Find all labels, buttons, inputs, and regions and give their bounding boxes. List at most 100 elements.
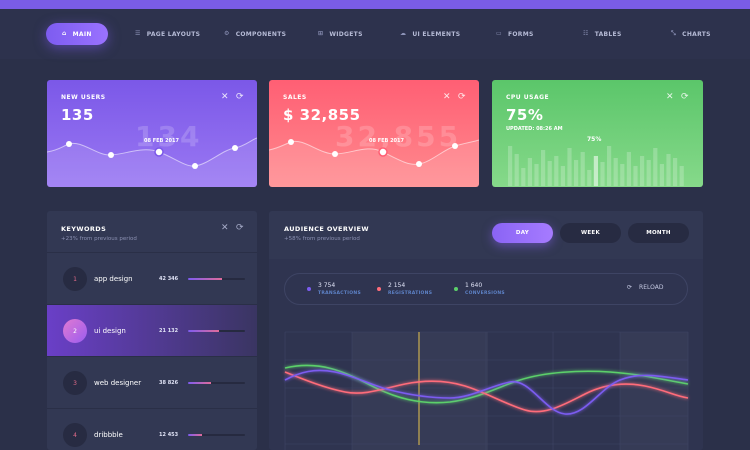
keyword-label: ui design: [94, 327, 126, 335]
main-navigation: ⌂ MAIN ☰ PAGE LAYOUTS ⚙ COMPONENTS ⊞ WID…: [0, 9, 750, 59]
nav-item-label: UI ELEMENTS: [412, 30, 461, 38]
forms-icon: ▭: [496, 30, 502, 37]
nav-item-label: WIDGETS: [329, 30, 363, 38]
nav-item-forms[interactable]: ▭ FORMS: [496, 23, 534, 45]
tab-week[interactable]: WEEK: [560, 223, 621, 243]
keyword-row[interactable]: 1 app design 42 346: [47, 252, 257, 304]
cpu-bar: [607, 146, 612, 186]
cpu-bar: [646, 160, 651, 186]
keyword-progress-bar: [188, 278, 245, 280]
cpu-bar: [679, 166, 684, 186]
layout-icon: ☰: [135, 30, 141, 37]
nav-item-label: MAIN: [72, 30, 92, 38]
cpu-bar: [593, 156, 598, 186]
cpu-bar: [554, 156, 559, 186]
cpu-bar: [521, 168, 526, 186]
nav-item-components[interactable]: ⚙ COMPONENTS: [224, 23, 286, 45]
nav-item-label: FORMS: [507, 30, 534, 38]
keyword-count: 38 826: [159, 380, 179, 386]
cpu-usage-card: CPU USAGE 75% UPDATED: 08:26 AM ✕ ⟳ 75%: [492, 80, 703, 187]
new-users-sparkline: [47, 137, 257, 187]
nav-item-label: TABLES: [594, 30, 622, 38]
cpu-bar: [673, 158, 678, 186]
widgets-icon: ⊞: [318, 30, 324, 37]
keyword-label: web designer: [94, 379, 142, 387]
cpu-bar: [587, 170, 592, 186]
legend-label: CONVERSIONS: [465, 291, 505, 296]
refresh-icon[interactable]: ⟳: [236, 223, 244, 233]
nav-item-ui-elements[interactable]: ☁ UI ELEMENTS: [400, 23, 460, 45]
legend-dot: [377, 287, 381, 291]
cpu-bar: [600, 162, 605, 186]
keyword-rank: 3: [63, 371, 87, 395]
cpu-bar: [613, 158, 618, 186]
keyword-label: dribbble: [94, 431, 123, 439]
cpu-bar: [514, 154, 519, 186]
legend-dot: [454, 287, 458, 291]
cpu-bar: [574, 160, 579, 186]
nav-item-main[interactable]: ⌂ MAIN: [46, 23, 108, 45]
keywords-panel: KEYWORDS +23% from previous period ✕ ⟳ 1…: [47, 211, 257, 450]
nav-item-label: PAGE LAYOUTS: [146, 30, 201, 38]
reload-button[interactable]: ⟳ RELOAD: [627, 284, 663, 291]
cpu-bar: [620, 164, 625, 186]
keyword-row[interactable]: 3 web designer 38 826: [47, 356, 257, 408]
refresh-icon: ⟳: [627, 284, 633, 291]
keyword-label: app design: [94, 275, 133, 283]
legend-value: 2 154: [388, 282, 406, 289]
audience-overview-panel: AUDIENCE OVERVIEW +58% from previous per…: [269, 211, 703, 450]
cpu-bar: [527, 158, 532, 186]
top-accent-bar: [0, 0, 750, 9]
keyword-rank: 1: [63, 267, 87, 291]
cpu-bar: [534, 164, 539, 186]
charts-icon: ⤡: [671, 30, 677, 37]
ui-elements-icon: ☁: [400, 30, 407, 37]
keyword-rank: 2: [63, 319, 87, 343]
nav-item-tables[interactable]: ☷ TABLES: [583, 23, 622, 45]
cpu-bar: [640, 156, 645, 186]
sales-card: SALES $ 32,855 32,855 ✕ ⟳ 08 FEB 2017: [269, 80, 479, 187]
cpu-bar: [547, 161, 552, 186]
cpu-bar: [653, 148, 658, 186]
keyword-count: 42 346: [159, 276, 179, 282]
cpu-bar: [567, 148, 572, 186]
home-icon: ⌂: [62, 30, 67, 37]
legend-value: 1 640: [465, 282, 483, 289]
cpu-bars: [508, 146, 684, 186]
legend-dot: [307, 287, 311, 291]
panel-title: KEYWORDS: [61, 225, 107, 233]
nav-item-label: COMPONENTS: [235, 30, 287, 38]
nav-item-charts[interactable]: ⤡ CHARTS: [671, 23, 711, 45]
sales-sparkline: [269, 139, 479, 187]
cpu-bar: [508, 146, 513, 186]
panel-subtitle: +58% from previous period: [284, 236, 360, 242]
keyword-row[interactable]: 4 dribbble 12 453: [47, 408, 257, 450]
panel-title: AUDIENCE OVERVIEW: [284, 225, 369, 233]
keyword-row[interactable]: 2 ui design 21 132: [47, 304, 257, 356]
reload-label: RELOAD: [639, 284, 664, 291]
cpu-bar: [580, 152, 585, 186]
cpu-bar: [626, 152, 631, 186]
keyword-count: 12 453: [159, 432, 179, 438]
keyword-rank: 4: [63, 423, 87, 447]
nav-item-widgets[interactable]: ⊞ WIDGETS: [318, 23, 363, 45]
cpu-bar: [666, 154, 671, 186]
panel-subtitle: +23% from previous period: [61, 236, 137, 242]
tab-day[interactable]: DAY: [492, 223, 553, 243]
legend-value: 3 754: [318, 282, 336, 289]
keyword-progress-bar: [188, 382, 245, 384]
cpu-bar: [541, 150, 546, 186]
cpu-bar: [560, 166, 565, 186]
legend-label: REGISTRATIONS: [388, 291, 433, 296]
keyword-progress-bar: [188, 434, 245, 436]
new-users-card: NEW USERS 135 134 ✕ ⟳ 08 FEB 2017: [47, 80, 257, 187]
cpu-bar: [633, 166, 638, 186]
close-icon[interactable]: ✕: [221, 223, 229, 233]
keyword-count: 21 132: [159, 328, 179, 334]
components-icon: ⚙: [224, 30, 230, 37]
tables-icon: ☷: [583, 30, 589, 37]
legend-label: TRANSACTIONS: [318, 291, 361, 296]
cpu-bar: [659, 164, 664, 186]
tab-month[interactable]: MONTH: [628, 223, 689, 243]
nav-item-page-layouts[interactable]: ☰ PAGE LAYOUTS: [135, 23, 200, 45]
